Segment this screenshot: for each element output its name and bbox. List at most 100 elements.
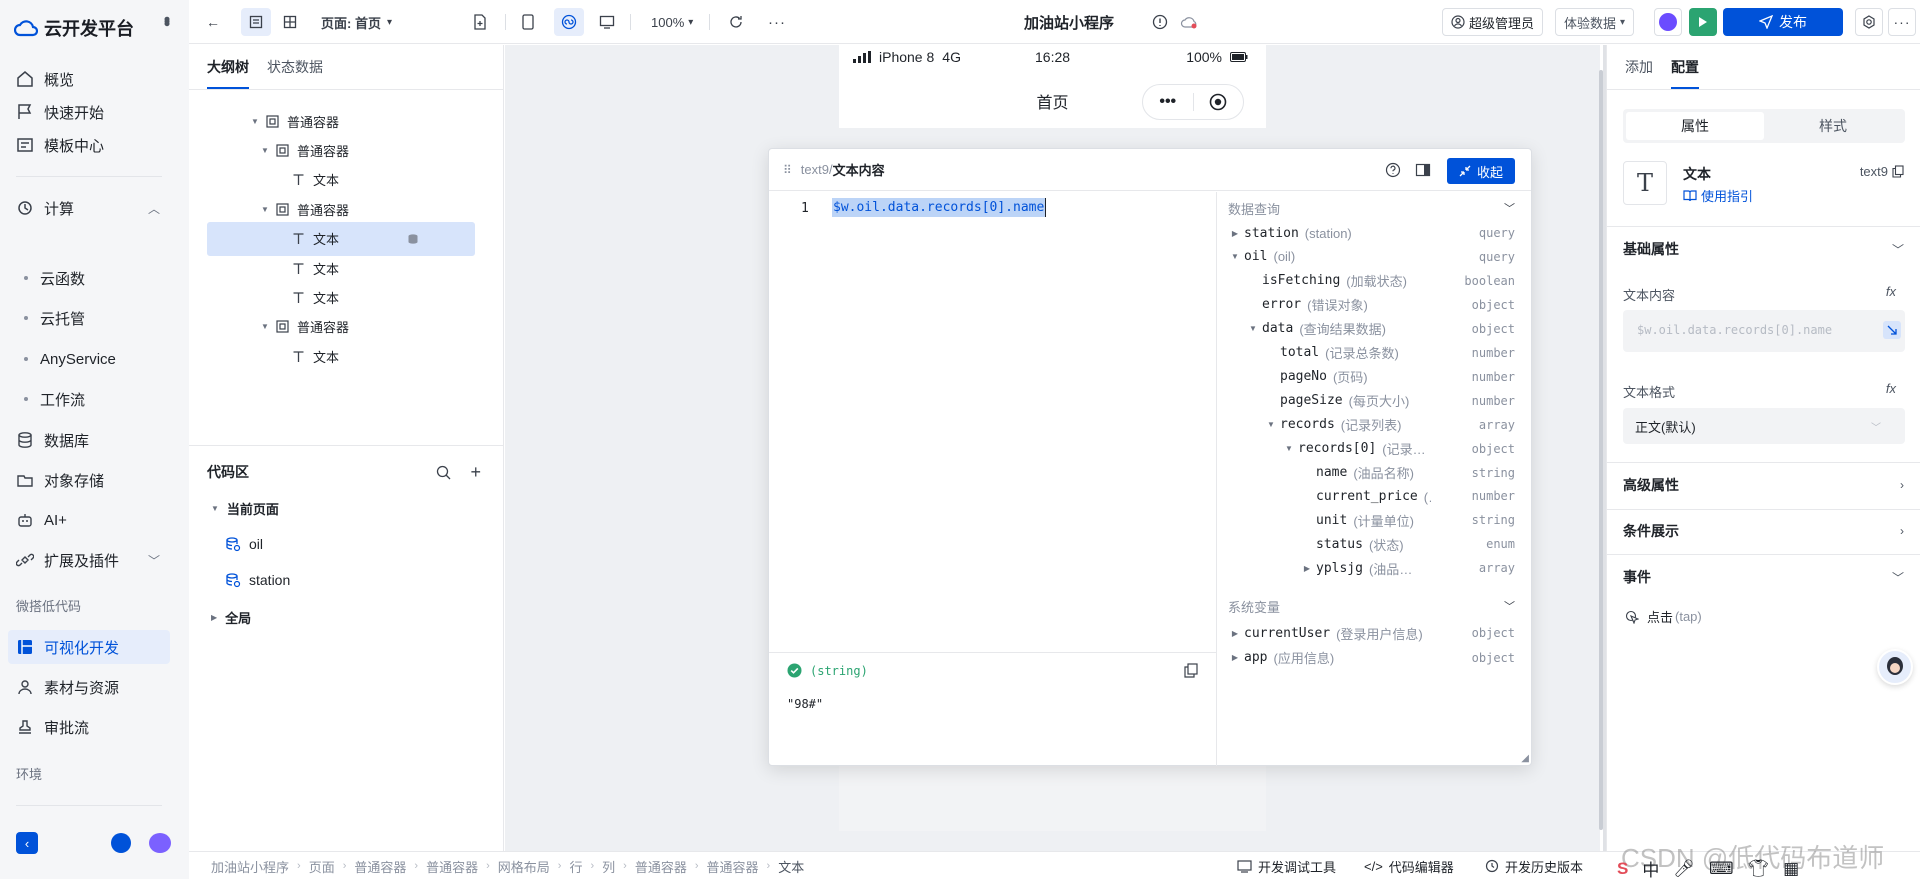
breadcrumb-item[interactable]: 普通容器 xyxy=(707,857,759,876)
caret-down-icon[interactable]: ▼ xyxy=(1266,420,1276,429)
caret-right-icon[interactable]: ▶ xyxy=(1302,564,1312,573)
data-field-row[interactable]: ▶ station (station) query xyxy=(1218,221,1531,245)
tree-node-text[interactable]: 文本 xyxy=(207,339,475,373)
data-field-row[interactable]: isFetching (加载状态) boolean xyxy=(1218,269,1531,293)
miniprogram-capsule[interactable]: ••• xyxy=(1142,84,1244,120)
help-icon[interactable] xyxy=(1385,162,1401,178)
expand-editor-icon[interactable] xyxy=(1883,321,1901,339)
collapse-sidebar-icon[interactable]: ‹ xyxy=(16,832,38,854)
tab-outline[interactable]: 大纲树 xyxy=(207,57,249,89)
brand[interactable]: 云开发平台 xyxy=(14,14,134,42)
history-button[interactable]: 开发历史版本 xyxy=(1485,852,1583,879)
user-avatar-icon[interactable] xyxy=(111,833,131,853)
page-view-icon[interactable] xyxy=(241,8,271,36)
data-field-row[interactable]: status (状态) enum xyxy=(1218,532,1531,556)
condition-section[interactable]: 条件展示 › xyxy=(1623,519,1904,543)
nav-item-templates[interactable]: 模板中心 xyxy=(8,128,170,162)
nav-sub-cloudhost[interactable]: 云托管 xyxy=(24,303,85,333)
events-section[interactable]: 事件 ﹀ xyxy=(1623,565,1904,589)
nav-item-assets[interactable]: 素材与资源 xyxy=(8,670,170,704)
nav-item-quickstart[interactable]: 快速开始 xyxy=(8,95,170,129)
data-field-row[interactable]: pageNo (页码) number xyxy=(1218,365,1531,389)
shirt-icon[interactable]: 👕︎ xyxy=(1747,859,1769,879)
toggle-panel-icon[interactable] xyxy=(1415,162,1431,178)
data-field-row[interactable]: pageSize (每页大小) number xyxy=(1218,389,1531,413)
data-field-row[interactable]: ▼ records[0] (记录列… object xyxy=(1218,437,1531,461)
capsule-more-icon[interactable]: ••• xyxy=(1143,93,1193,111)
data-field-row[interactable]: name (油品名称) string xyxy=(1218,461,1531,485)
data-field-row[interactable]: ▼ data (查询结果数据) object xyxy=(1218,317,1531,341)
ai-assistant-icon[interactable] xyxy=(1654,8,1682,36)
breadcrumb-item[interactable]: 普通容器 xyxy=(354,857,406,876)
resize-handle-icon[interactable]: ◢ xyxy=(1521,753,1529,764)
miniprogram-preview-icon[interactable] xyxy=(554,8,584,36)
settings-icon[interactable] xyxy=(1855,8,1883,36)
query-item-oil[interactable]: oil xyxy=(225,530,263,558)
canvas-scrollbar[interactable] xyxy=(1599,70,1603,830)
tab-config[interactable]: 配置 xyxy=(1671,57,1699,89)
caret-down-icon[interactable]: ▼ xyxy=(261,205,271,214)
layout-view-icon[interactable] xyxy=(275,8,305,36)
more-actions-icon[interactable]: ··· xyxy=(763,8,791,36)
sogou-ime-icon[interactable]: S xyxy=(1617,859,1628,879)
basic-props-section[interactable]: 基础属性 ﹀ xyxy=(1623,237,1904,261)
drag-handle-icon[interactable]: ⠿ xyxy=(783,163,792,177)
mobile-preview-icon[interactable] xyxy=(515,8,541,36)
breadcrumb-item[interactable]: 文本 xyxy=(778,857,804,876)
data-field-row[interactable]: ▶ yplsjg (油品历史价… array xyxy=(1218,556,1531,580)
grid-icon[interactable]: ▦ xyxy=(1783,859,1799,879)
data-field-row[interactable]: ▼ oil (oil) query xyxy=(1218,245,1531,269)
current-page-group[interactable]: ▼ 当前页面 xyxy=(211,494,279,522)
caret-right-icon[interactable]: ▶ xyxy=(1230,653,1240,662)
copy-icon[interactable] xyxy=(1892,165,1904,178)
subtab-props[interactable]: 属性 xyxy=(1626,112,1764,140)
breadcrumb-item[interactable]: 普通容器 xyxy=(426,857,478,876)
nav-item-plugins[interactable]: 扩展及插件 ﹀ xyxy=(8,543,170,577)
page-selector[interactable]: 页面: 首页 ▾ xyxy=(321,8,392,36)
nav-sub-cloudfunc[interactable]: 云函数 xyxy=(24,263,85,293)
caret-down-icon[interactable]: ▼ xyxy=(261,322,271,331)
caret-right-icon[interactable]: ▶ xyxy=(1230,629,1240,638)
desktop-preview-icon[interactable] xyxy=(594,8,620,36)
cloud-sync-icon[interactable] xyxy=(1177,8,1201,36)
fx-icon[interactable]: fx xyxy=(1886,284,1896,299)
tab-add[interactable]: 添加 xyxy=(1625,57,1653,89)
copy-icon[interactable] xyxy=(1184,663,1198,678)
breadcrumb-item[interactable]: 普通容器 xyxy=(635,857,687,876)
code-input-area[interactable]: 1 $w.oil.data.records[0].name (string) "… xyxy=(769,192,1217,766)
code-editor-button[interactable]: </> 代码编辑器 xyxy=(1364,852,1454,879)
microphone-icon[interactable]: 🎤︎ xyxy=(1673,859,1695,879)
nav-item-approval[interactable]: 审批流 xyxy=(8,710,170,744)
capsule-close-icon[interactable] xyxy=(1194,93,1244,111)
caret-right-icon[interactable]: ▶ xyxy=(1230,229,1240,238)
nav-sub-anyservice[interactable]: AnyService xyxy=(24,344,116,374)
nav-item-database[interactable]: 数据库 xyxy=(8,423,170,457)
keyboard-icon[interactable]: ⌨ xyxy=(1709,859,1734,879)
event-tap[interactable]: 点击 (tap) xyxy=(1625,607,1702,626)
publish-button[interactable]: 发布 xyxy=(1723,8,1843,36)
back-arrow-icon[interactable]: ← xyxy=(200,8,226,36)
nav-item-ai[interactable]: AI+ xyxy=(8,503,170,537)
nav-item-storage[interactable]: 对象存储 xyxy=(8,463,170,497)
caret-down-icon[interactable]: ▼ xyxy=(251,117,261,126)
preview-run-button[interactable] xyxy=(1689,8,1717,36)
expression-code[interactable]: $w.oil.data.records[0].name xyxy=(832,198,1047,217)
data-field-row[interactable]: ▼ records (记录列表) array xyxy=(1218,413,1531,437)
system-var-row[interactable]: ▶ currentUser (登录用户信息) object xyxy=(1218,621,1531,645)
system-var-row[interactable]: ▶ app (应用信息) object xyxy=(1218,646,1531,670)
nav-item-visual-dev[interactable]: 可视化开发 xyxy=(8,630,170,664)
overflow-menu-icon[interactable]: ··· xyxy=(1888,8,1916,36)
tab-state-data[interactable]: 状态数据 xyxy=(267,57,323,89)
add-page-icon[interactable] xyxy=(467,8,493,36)
ime-mode[interactable]: 中 xyxy=(1642,856,1659,879)
nav-item-compute[interactable]: 计算 ︿ xyxy=(8,191,170,225)
breadcrumb-item[interactable]: 加油站小程序 xyxy=(211,857,289,876)
data-field-row[interactable]: unit (计量单位) string xyxy=(1218,508,1531,532)
advanced-props-section[interactable]: 高级属性 › xyxy=(1623,473,1904,497)
text-format-select[interactable]: 正文(默认) ﹀ xyxy=(1623,408,1905,444)
zoom-selector[interactable]: 100% ▾ xyxy=(651,8,693,36)
global-group[interactable]: ▶ 全局 xyxy=(211,603,251,631)
breadcrumb-item[interactable]: 网格布局 xyxy=(498,857,550,876)
refresh-icon[interactable] xyxy=(723,8,749,36)
more-icon[interactable]: ••• xyxy=(157,16,177,23)
